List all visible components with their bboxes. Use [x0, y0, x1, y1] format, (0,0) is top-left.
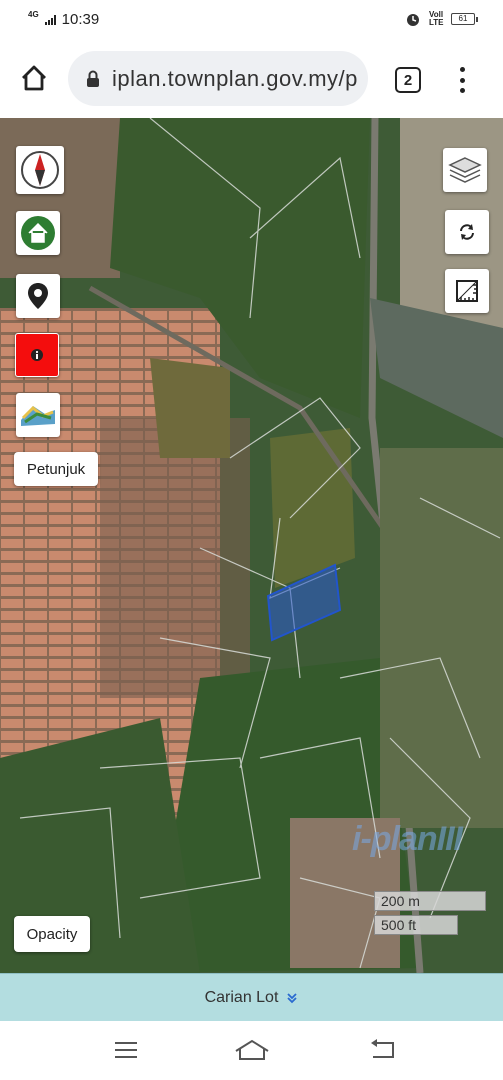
- url-text: iplan.townplan.gov.my/p: [112, 65, 358, 91]
- lock-icon: [87, 70, 99, 87]
- double-chevron-down-icon: [287, 992, 298, 1003]
- network-type: 4G: [28, 10, 39, 19]
- home-nav-icon: [235, 1039, 269, 1060]
- home-icon: [21, 216, 55, 250]
- refresh-button[interactable]: [445, 210, 489, 254]
- back-icon: [371, 1039, 394, 1058]
- battery-level: 61: [458, 14, 468, 23]
- refresh-icon: [460, 224, 474, 240]
- home-outline-icon: [22, 65, 46, 91]
- terrain-layer-icon: [21, 405, 55, 426]
- browser-home-button[interactable]: [16, 60, 52, 96]
- battery-icon: 61: [451, 13, 478, 25]
- layers-button[interactable]: [443, 148, 487, 192]
- system-nav-bar: [0, 1021, 503, 1080]
- home-nav-button[interactable]: [234, 1037, 270, 1063]
- volte-indicator: Voll LTE: [429, 10, 444, 27]
- info-button[interactable]: [15, 333, 59, 377]
- scale-imperial: 500 ft: [374, 915, 458, 935]
- url-bar[interactable]: iplan.townplan.gov.my/p: [68, 51, 368, 106]
- status-time: 10:39: [61, 11, 100, 28]
- overflow-menu-icon[interactable]: [452, 64, 472, 96]
- recent-apps-button[interactable]: [111, 1037, 141, 1063]
- back-nav-button[interactable]: [368, 1037, 398, 1063]
- compass-icon: [21, 151, 59, 189]
- menu-lines-icon: [115, 1042, 137, 1058]
- alarm-icon: [407, 14, 419, 26]
- measure-icon: [456, 280, 478, 302]
- carian-lot-bar[interactable]: Carian Lot: [0, 973, 503, 1021]
- my-location-button[interactable]: [16, 274, 60, 318]
- info-icon: [31, 349, 43, 361]
- opacity-button[interactable]: Opacity: [14, 916, 90, 952]
- petunjuk-button[interactable]: Petunjuk: [14, 452, 98, 486]
- location-pin-icon: [28, 283, 48, 309]
- home-view-button[interactable]: [16, 211, 60, 255]
- carian-lot-label: Carian Lot: [204, 988, 279, 1006]
- terrain-layer-button[interactable]: [16, 393, 60, 437]
- layers-icon: [448, 157, 482, 183]
- signal-icon: [44, 14, 56, 25]
- scale-metric: 200 m: [374, 891, 486, 911]
- iplan-watermark-logo: i-planIII: [352, 820, 463, 858]
- browser-toolbar: iplan.townplan.gov.my/p 2: [0, 40, 503, 118]
- measure-button[interactable]: [445, 269, 489, 313]
- status-bar: 4G 10:39 Voll LTE 61: [0, 0, 503, 40]
- compass-button[interactable]: [16, 146, 64, 194]
- satellite-map[interactable]: Petunjuk i-planIII 200 m 500 ft Opacity: [0, 118, 503, 973]
- tab-switcher-button[interactable]: 2: [395, 67, 421, 93]
